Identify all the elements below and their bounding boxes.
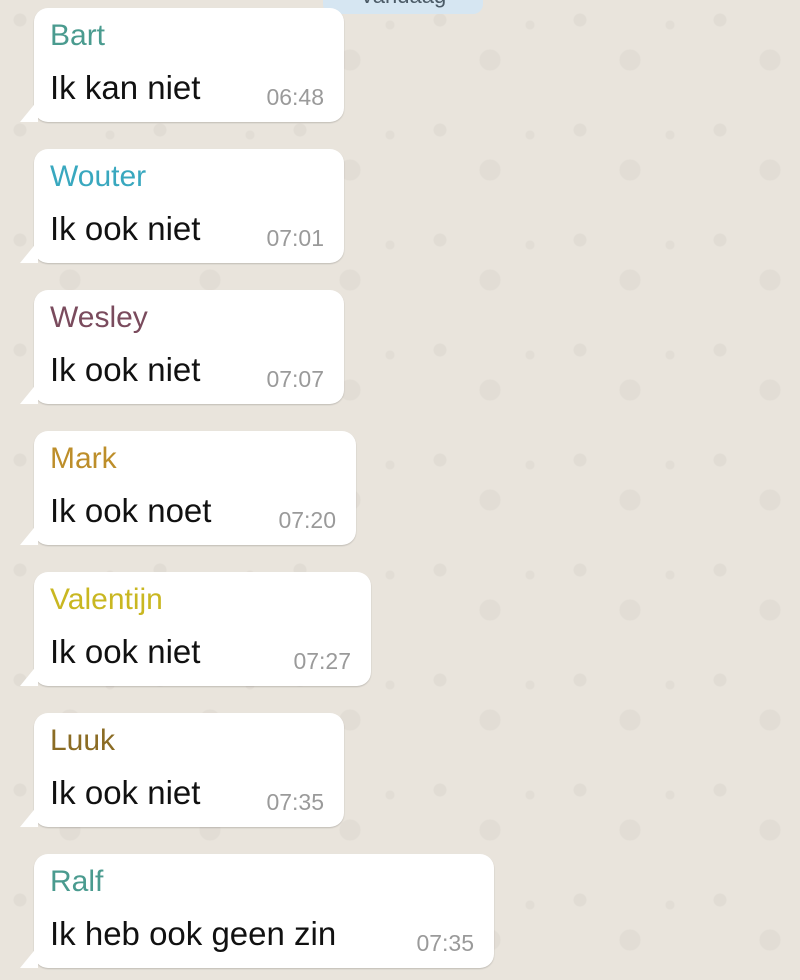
message-bubble[interactable]: Wouter Ik ook niet 07:01 (20, 149, 344, 263)
date-separator: Vandaag (323, 0, 483, 14)
message-time: 06:48 (266, 84, 324, 110)
message-bubble[interactable]: Mark Ik ook noet 07:20 (20, 431, 356, 545)
message-text: Ik heb ook geen zin (50, 915, 337, 952)
bubble-tail (20, 805, 38, 827)
sender-name[interactable]: Bart (50, 16, 105, 56)
sender-name[interactable]: Valentijn (50, 580, 163, 620)
message-time: 07:35 (266, 789, 324, 815)
sender-name[interactable]: Wouter (50, 157, 146, 197)
message-bubble[interactable]: Bart Ik kan niet 06:48 (20, 8, 344, 122)
message-time: 07:07 (266, 366, 324, 392)
message-time: 07:27 (293, 648, 351, 674)
message-bubble[interactable]: Wesley Ik ook niet 07:07 (20, 290, 344, 404)
bubble-tail (20, 523, 38, 545)
message-text: Ik kan niet (50, 69, 201, 106)
message-time: 07:35 (416, 930, 474, 956)
bubble-tail (20, 946, 38, 968)
sender-name[interactable]: Ralf (50, 862, 103, 902)
message-bubble[interactable]: Valentijn Ik ook niet 07:27 (20, 572, 371, 686)
message-time: 07:20 (278, 507, 336, 533)
bubble-tail (20, 664, 38, 686)
message-text: Ik ook niet (50, 633, 201, 670)
bubble-tail (20, 382, 38, 404)
bubble-tail (20, 100, 38, 122)
message-bubble[interactable]: Ralf Ik heb ook geen zin 07:35 (20, 854, 494, 968)
bubble-tail (20, 241, 38, 263)
sender-name[interactable]: Mark (50, 439, 117, 479)
message-time: 07:01 (266, 225, 324, 251)
message-text: Ik ook niet (50, 351, 201, 388)
message-text: Ik ook noet (50, 492, 212, 529)
message-bubble[interactable]: Luuk Ik ook niet 07:35 (20, 713, 344, 827)
message-text: Ik ook niet (50, 210, 201, 247)
message-text: Ik ook niet (50, 774, 201, 811)
sender-name[interactable]: Luuk (50, 721, 115, 761)
sender-name[interactable]: Wesley (50, 298, 148, 338)
